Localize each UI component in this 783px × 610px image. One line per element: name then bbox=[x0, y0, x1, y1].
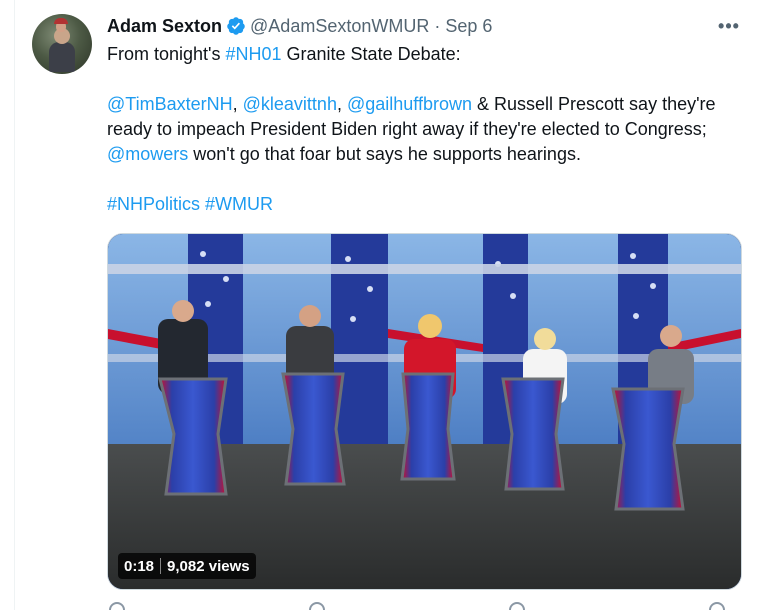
tweet-card[interactable]: Adam Sexton @AdamSextonWMUR · Sep 6 ••• … bbox=[14, 0, 783, 610]
hashtag-nhpolitics[interactable]: #NHPolitics bbox=[107, 194, 200, 214]
mention-mowers[interactable]: @mowers bbox=[107, 144, 188, 164]
line1-pre: From tonight's bbox=[107, 44, 226, 64]
video-views: 9,082 views bbox=[167, 557, 250, 575]
avatar-child-hat bbox=[54, 18, 68, 24]
tweet-date[interactable]: Sep 6 bbox=[445, 16, 492, 37]
like-icon[interactable] bbox=[507, 598, 527, 610]
video-player[interactable]: 0:18 9,082 views bbox=[107, 233, 742, 590]
tweet-header: Adam Sexton @AdamSextonWMUR · Sep 6 bbox=[107, 14, 492, 38]
debate-video-frame bbox=[108, 234, 741, 589]
video-duration: 0:18 bbox=[124, 557, 155, 575]
verified-badge-icon bbox=[227, 17, 245, 35]
author-handle[interactable]: @AdamSextonWMUR bbox=[250, 16, 429, 37]
tweet-paragraph-2: @TimBaxterNH, @kleavittnh, @gailhuffbrow… bbox=[107, 92, 747, 167]
video-stats-badge: 0:18 9,082 views bbox=[118, 553, 256, 579]
retweet-icon[interactable] bbox=[307, 598, 327, 610]
hashtag-wmur[interactable]: #WMUR bbox=[205, 194, 273, 214]
mention-kleavittnh[interactable]: @kleavittnh bbox=[243, 94, 337, 114]
line1-post: Granite State Debate: bbox=[281, 44, 461, 64]
avatar[interactable] bbox=[32, 14, 92, 74]
tweet-text: From tonight's #NH01 Granite State Debat… bbox=[107, 42, 747, 217]
tweet-actions bbox=[107, 598, 727, 610]
header-separator: · bbox=[434, 15, 441, 36]
text-sep: , bbox=[232, 94, 243, 114]
reply-icon[interactable] bbox=[107, 598, 127, 610]
text-sep: , bbox=[336, 94, 347, 114]
paragraph-text: won't go that foar but says he supports … bbox=[188, 144, 581, 164]
avatar-figure-body bbox=[49, 42, 75, 72]
tweet-hashtags: #NHPolitics #WMUR bbox=[107, 192, 747, 217]
sidebar-edge bbox=[0, 0, 15, 610]
badge-divider bbox=[160, 558, 162, 574]
mention-gailhuffbrown[interactable]: @gailhuffbrown bbox=[347, 94, 472, 114]
hashtag-nh01[interactable]: #NH01 bbox=[225, 44, 281, 64]
mention-timbaxternh[interactable]: @TimBaxterNH bbox=[107, 94, 233, 114]
more-options-icon[interactable]: ••• bbox=[714, 14, 744, 38]
author-name[interactable]: Adam Sexton bbox=[107, 16, 222, 37]
share-icon[interactable] bbox=[707, 598, 727, 610]
tweet-line-1: From tonight's #NH01 Granite State Debat… bbox=[107, 42, 747, 67]
